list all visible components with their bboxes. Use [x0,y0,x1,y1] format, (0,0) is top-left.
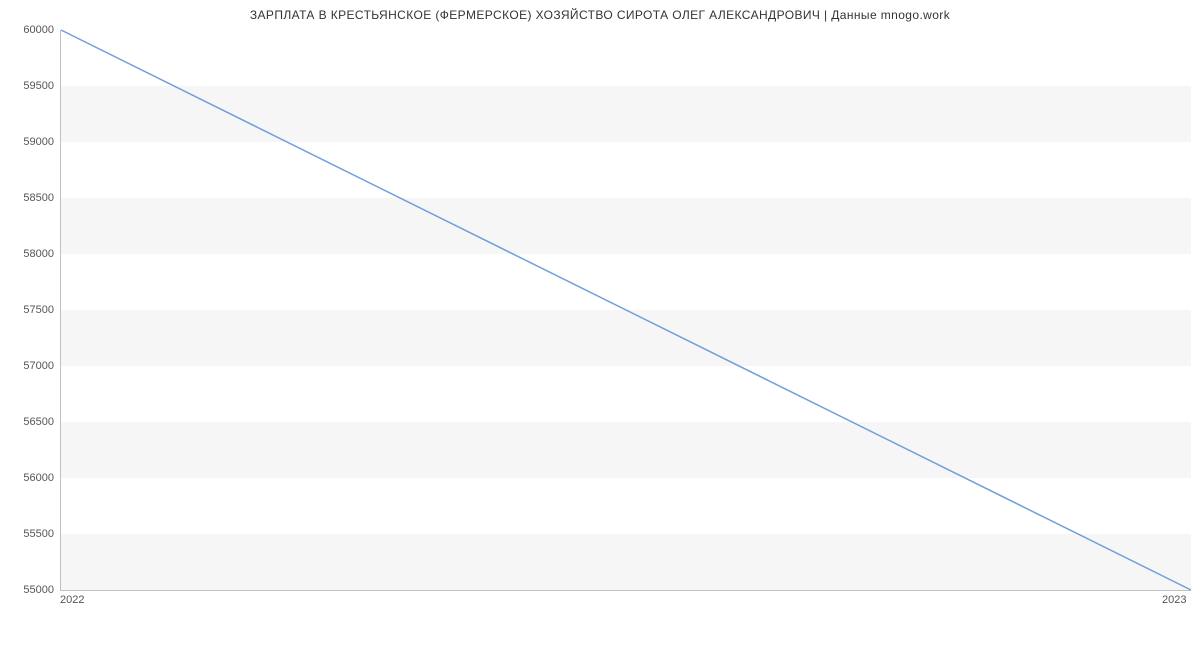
y-tick-label: 58000 [4,248,54,260]
y-tick-label: 55500 [4,528,54,540]
y-tick-label: 59500 [4,80,54,92]
x-tick-label: 2023 [1162,594,1186,606]
y-tick-label: 59000 [4,136,54,148]
y-tick-label: 57500 [4,304,54,316]
chart-container: ЗАРПЛАТА В КРЕСТЬЯНСКОЕ (ФЕРМЕРСКОЕ) ХОЗ… [0,0,1200,650]
chart-title: ЗАРПЛАТА В КРЕСТЬЯНСКОЕ (ФЕРМЕРСКОЕ) ХОЗ… [0,8,1200,22]
y-tick-label: 60000 [4,24,54,36]
y-tick-label: 56000 [4,472,54,484]
series-line [61,30,1191,590]
y-tick-label: 57000 [4,360,54,372]
x-tick-label: 2022 [60,594,84,606]
plot-area [60,30,1191,591]
line-series [61,30,1191,590]
y-tick-label: 56500 [4,416,54,428]
y-tick-label: 55000 [4,584,54,596]
y-tick-label: 58500 [4,192,54,204]
